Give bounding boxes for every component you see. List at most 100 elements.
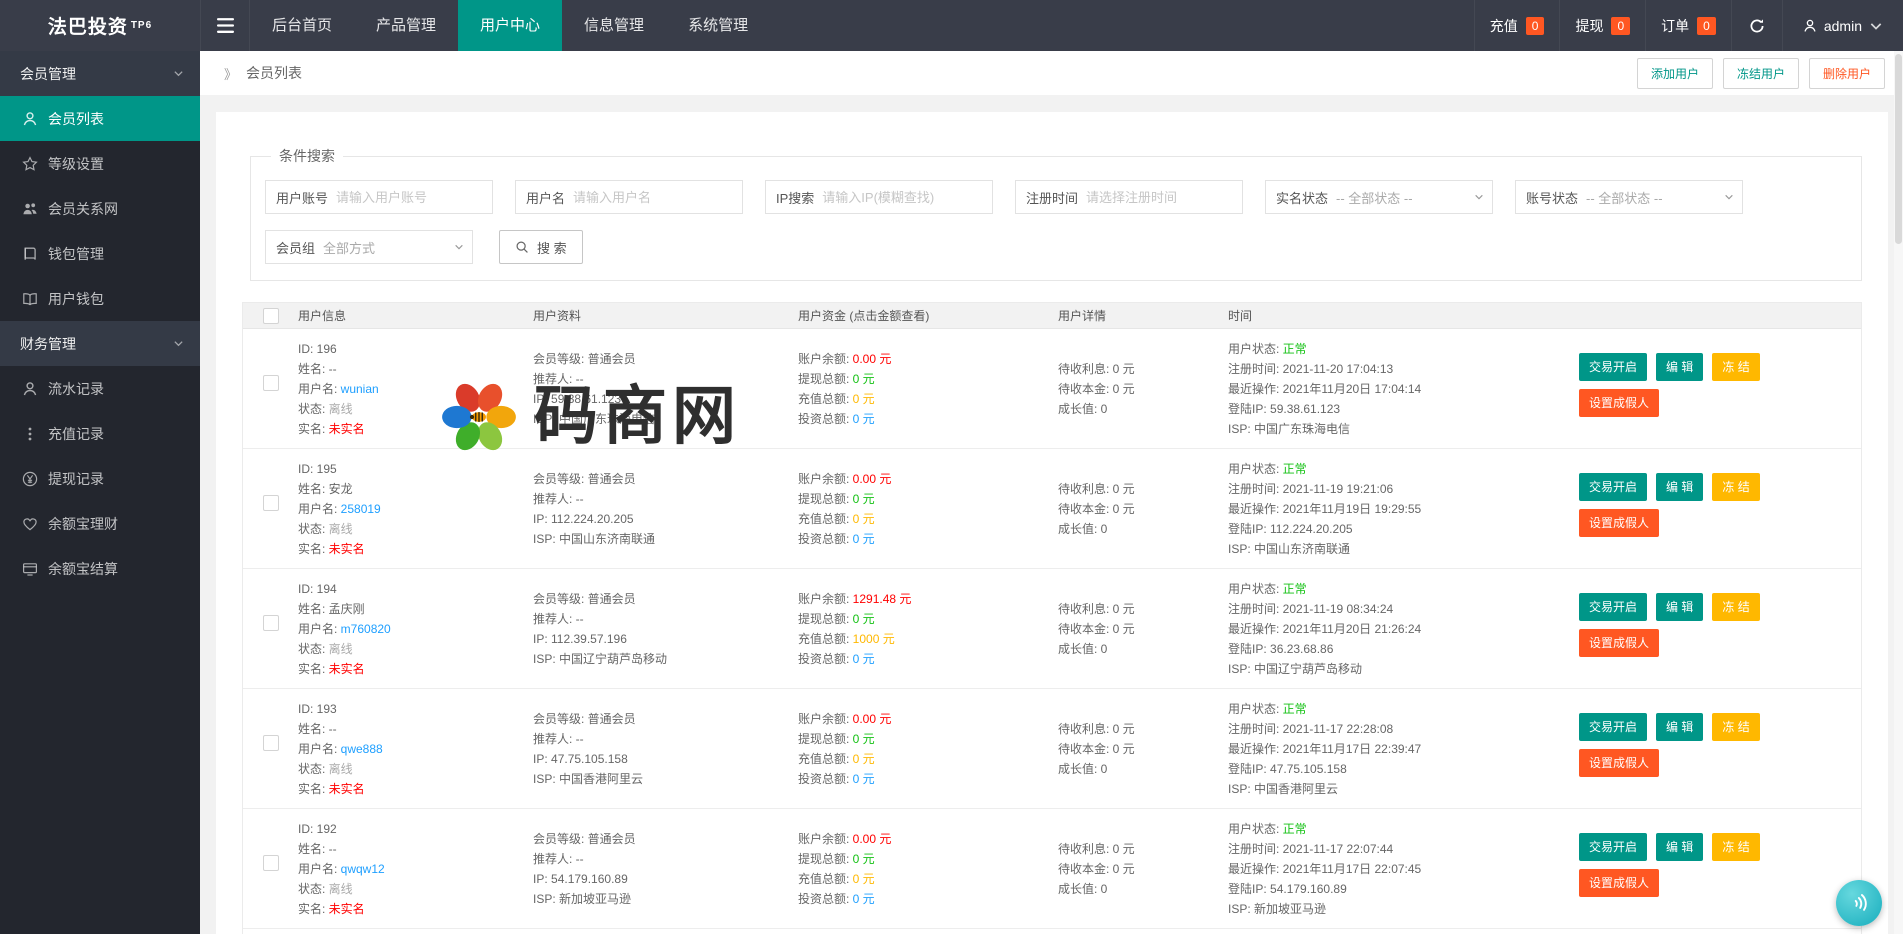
money-value[interactable]: 0 元 [853, 612, 875, 626]
freeze-button[interactable]: 冻 结 [1712, 473, 1759, 501]
money-value[interactable]: 0 元 [853, 752, 875, 766]
page-action-button[interactable]: 添加用户 [1637, 58, 1713, 89]
money-value[interactable]: 0 元 [853, 492, 875, 506]
sidebar-item[interactable]: 会员关系网 [0, 186, 200, 231]
scrollbar-thumb[interactable] [1895, 54, 1902, 244]
search-select[interactable]: -- 全部状态 -- [1336, 188, 1492, 207]
field-value: 0 [1101, 522, 1108, 536]
money-value[interactable]: 0 元 [853, 372, 875, 386]
row-checkbox[interactable] [263, 735, 279, 751]
money-value[interactable]: 0.00 元 [853, 472, 892, 486]
search-select[interactable]: -- 全部状态 -- [1586, 188, 1742, 207]
trade-toggle-button[interactable]: 交易开启 [1579, 353, 1647, 381]
topbar-stat[interactable]: 充值0 [1474, 0, 1560, 51]
search-select[interactable]: 全部方式 [323, 238, 472, 257]
top-nav-item[interactable]: 产品管理 [354, 0, 458, 51]
row-checkbox[interactable] [263, 495, 279, 511]
sidebar-item[interactable]: 用户钱包 [0, 276, 200, 321]
sidebar-item[interactable]: 提现记录 [0, 456, 200, 501]
search-button[interactable]: 搜 索 [499, 230, 583, 264]
top-nav-item[interactable]: 信息管理 [562, 0, 666, 51]
edit-button[interactable]: 编 辑 [1656, 353, 1703, 381]
row-checkbox[interactable] [263, 375, 279, 391]
edit-button[interactable]: 编 辑 [1656, 833, 1703, 861]
search-select-value: -- 全部状态 -- [1586, 188, 1663, 207]
money-value[interactable]: 0 元 [853, 852, 875, 866]
sidebar-item[interactable]: 余额宝理财 [0, 501, 200, 546]
user-profile-cell: 会员等级: 普通会员推荐人: --IP: 47.75.105.158ISP: 中… [533, 689, 798, 808]
username-link[interactable]: 258019 [341, 502, 381, 516]
user-profile-cell: 会员等级: 普通会员推荐人: --IP: 54.179.160.89ISP: 新… [533, 809, 798, 928]
money-value[interactable]: 0 元 [853, 892, 875, 906]
page-action-button[interactable]: 冻结用户 [1723, 58, 1799, 89]
freeze-button[interactable]: 冻 结 [1712, 833, 1759, 861]
user-menu[interactable]: admin [1782, 0, 1903, 51]
sidebar-group-header[interactable]: 会员管理 [0, 51, 200, 96]
search-input[interactable] [336, 190, 492, 205]
user-profile-cell [533, 929, 798, 934]
money-value[interactable]: 0 元 [853, 732, 875, 746]
trade-toggle-button[interactable]: 交易开启 [1579, 833, 1647, 861]
chevron-down-icon [1869, 19, 1883, 33]
field-value: 47.75.105.158 [551, 752, 628, 766]
set-fake-user-button[interactable]: 设置成假人 [1579, 749, 1659, 777]
set-fake-user-button[interactable]: 设置成假人 [1579, 869, 1659, 897]
search-input[interactable] [822, 190, 992, 205]
money-value[interactable]: 1291.48 元 [853, 592, 912, 606]
edit-button[interactable]: 编 辑 [1656, 473, 1703, 501]
edit-button[interactable]: 编 辑 [1656, 713, 1703, 741]
money-value[interactable]: 0 元 [853, 412, 875, 426]
money-value[interactable]: 0 元 [853, 872, 875, 886]
money-value[interactable]: 1000 元 [853, 632, 895, 646]
trade-toggle-button[interactable]: 交易开启 [1579, 473, 1647, 501]
set-fake-user-button[interactable]: 设置成假人 [1579, 629, 1659, 657]
top-nav-item[interactable]: 后台首页 [250, 0, 354, 51]
sidebar-item[interactable]: 余额宝结算 [0, 546, 200, 591]
search-input[interactable] [1086, 190, 1242, 205]
set-fake-user-button[interactable]: 设置成假人 [1579, 509, 1659, 537]
username-link[interactable]: qwe888 [341, 742, 383, 756]
topbar-stat[interactable]: 提现0 [1559, 0, 1645, 51]
brand-logo: 法巴投资TP6 [0, 0, 200, 51]
username-link[interactable]: m760820 [341, 622, 391, 636]
sidebar-item[interactable]: 钱包管理 [0, 231, 200, 276]
trade-toggle-button[interactable]: 交易开启 [1579, 713, 1647, 741]
search-input[interactable] [573, 190, 742, 205]
row-field: 最近操作: 2021年11月17日 22:39:47 [1228, 739, 1573, 759]
money-value[interactable]: 0 元 [853, 392, 875, 406]
freeze-button[interactable]: 冻 结 [1712, 353, 1759, 381]
sidebar-item[interactable]: 会员列表 [0, 96, 200, 141]
money-value[interactable]: 0 元 [853, 772, 875, 786]
username-link[interactable]: wunian [341, 382, 379, 396]
money-value[interactable]: 0.00 元 [853, 832, 892, 846]
freeze-button[interactable]: 冻 结 [1712, 593, 1759, 621]
menu-toggle-icon[interactable] [200, 0, 250, 51]
row-checkbox[interactable] [263, 615, 279, 631]
row-field: 待收利息: 0 元 [1058, 599, 1228, 619]
sidebar-group-header[interactable]: 财务管理 [0, 321, 200, 366]
page-action-button[interactable]: 删除用户 [1809, 58, 1885, 89]
sidebar-item[interactable]: 充值记录 [0, 411, 200, 456]
top-nav-item[interactable]: 用户中心 [458, 0, 562, 51]
money-value[interactable]: 0.00 元 [853, 712, 892, 726]
money-value[interactable]: 0 元 [853, 512, 875, 526]
select-all-checkbox[interactable] [263, 308, 279, 324]
money-value[interactable]: 0 元 [853, 532, 875, 546]
sidebar-item[interactable]: 流水记录 [0, 366, 200, 411]
freeze-button[interactable]: 冻 结 [1712, 713, 1759, 741]
trade-toggle-button[interactable]: 交易开启 [1579, 593, 1647, 621]
username-link[interactable]: qwqw12 [341, 862, 385, 876]
money-value[interactable]: 0.00 元 [853, 352, 892, 366]
field-label: 姓名: [298, 602, 329, 616]
edit-button[interactable]: 编 辑 [1656, 593, 1703, 621]
field-label: 最近操作: [1228, 862, 1283, 876]
row-checkbox[interactable] [263, 855, 279, 871]
set-fake-user-button[interactable]: 设置成假人 [1579, 389, 1659, 417]
floating-action-button[interactable] [1836, 880, 1882, 926]
refresh-icon[interactable] [1731, 0, 1782, 51]
field-label: 会员等级: [533, 712, 588, 726]
top-nav-item[interactable]: 系统管理 [666, 0, 770, 51]
sidebar-item[interactable]: 等级设置 [0, 141, 200, 186]
topbar-stat[interactable]: 订单0 [1645, 0, 1731, 51]
money-value[interactable]: 0 元 [853, 652, 875, 666]
